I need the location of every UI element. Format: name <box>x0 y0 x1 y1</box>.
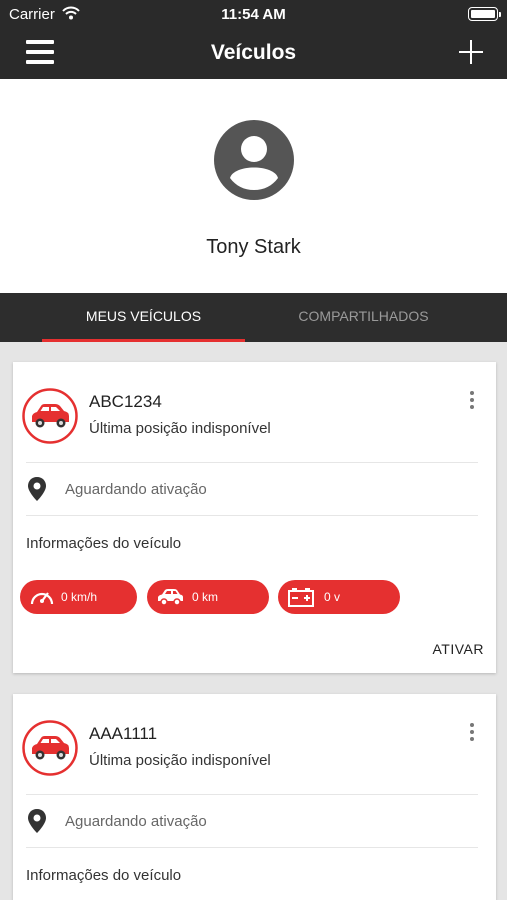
activation-status: Aguardando ativação <box>65 481 207 498</box>
last-position-text: Última posição indisponível <box>89 420 271 437</box>
more-options-icon[interactable] <box>463 388 481 412</box>
vehicle-card[interactable]: AAA1111 Última posição indisponível Agua… <box>13 694 496 900</box>
more-options-icon[interactable] <box>463 720 481 744</box>
vehicle-plate: ABC1234 <box>89 392 162 411</box>
activate-button[interactable]: ATIVAR <box>433 641 485 657</box>
battery-icon <box>468 7 501 21</box>
battery-value: 0 v <box>324 590 341 604</box>
plus-icon[interactable] <box>459 40 483 64</box>
vehicle-info-title: Informações do veículo <box>26 535 182 552</box>
clock: 11:54 AM <box>221 6 286 23</box>
divider <box>26 462 478 463</box>
car-small-icon <box>158 589 183 606</box>
divider <box>26 794 478 795</box>
tab-meus-veiculos[interactable]: MEUS VEÍCULOS <box>42 293 245 342</box>
car-icon <box>22 720 78 776</box>
divider <box>26 515 478 516</box>
location-pin-icon <box>28 809 46 833</box>
battery-chip: 0 v <box>278 580 400 614</box>
status-bar: Carrier 11:54 AM <box>0 0 507 28</box>
page-title: Veículos <box>210 41 297 64</box>
user-name: Tony Stark <box>206 236 301 258</box>
tab-compartilhados[interactable]: COMPARTILHADOS <box>262 293 465 342</box>
user-avatar-icon <box>214 120 294 200</box>
speed-chip: 0 km/h <box>20 580 137 614</box>
profile-header: Tony Stark <box>0 79 507 293</box>
speedometer-icon <box>30 592 54 605</box>
car-battery-icon <box>288 588 314 607</box>
car-icon <box>22 388 78 444</box>
tab-bar: MEUS VEÍCULOS COMPARTILHADOS <box>0 293 507 342</box>
location-pin-icon <box>28 477 46 501</box>
speed-value: 0 km/h <box>61 590 98 604</box>
activation-status: Aguardando ativação <box>65 813 207 830</box>
odometer-chip: 0 km <box>147 580 269 614</box>
vehicle-info-title: Informações do veículo <box>26 867 182 884</box>
vehicle-plate: AAA1111 <box>89 724 158 743</box>
last-position-text: Última posição indisponível <box>89 752 271 769</box>
odometer-value: 0 km <box>192 590 219 604</box>
vehicle-card[interactable]: ABC1234 Última posição indisponível Agua… <box>13 362 496 673</box>
navigation-bar: Veículos <box>0 28 507 79</box>
divider <box>26 847 478 848</box>
